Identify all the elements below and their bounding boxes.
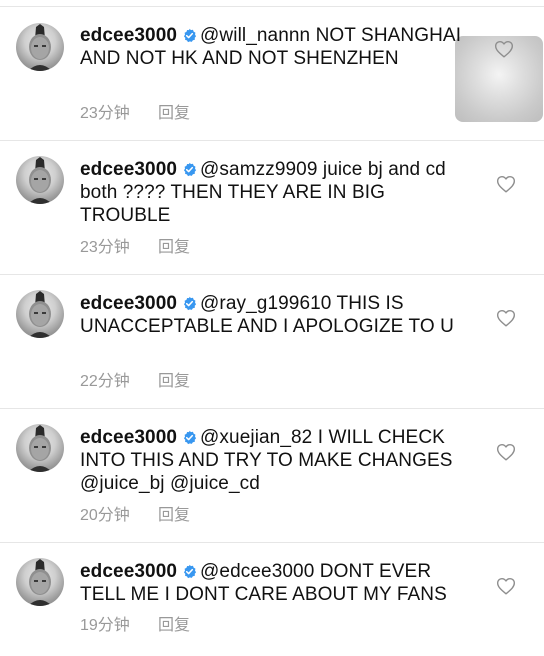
comment-body: edcee3000 @will_nannn NOT SHANGHAI AND NO… <box>80 24 480 70</box>
timestamp: 23分钟 <box>80 239 130 256</box>
avatar[interactable] <box>16 558 64 606</box>
timestamp: 19分钟 <box>80 617 130 634</box>
avatar[interactable] <box>16 290 64 338</box>
username[interactable]: edcee3000 <box>80 25 177 46</box>
comment-meta: 23分钟 回复 <box>80 238 190 258</box>
avatar[interactable] <box>16 156 64 204</box>
verified-badge-icon <box>184 162 197 177</box>
comment-meta: 23分钟 回复 <box>80 104 190 124</box>
timestamp: 23分钟 <box>80 105 130 122</box>
comment-item: edcee3000 @ray_g199610 THIS IS UNACCEPTAB… <box>0 275 544 409</box>
reply-button[interactable]: 回复 <box>158 238 190 258</box>
comment-item: edcee3000 @will_nannn NOT SHANGHAI AND NO… <box>0 7 544 141</box>
verified-badge-icon <box>184 28 197 43</box>
heart-outline-icon[interactable] <box>496 175 516 193</box>
avatar[interactable] <box>16 424 64 472</box>
comment-item: edcee3000 @samzz9909 juice bj and cd both… <box>0 141 544 275</box>
comment-body: edcee3000 @samzz9909 juice bj and cd both… <box>80 158 480 227</box>
heart-outline-icon[interactable] <box>494 40 514 58</box>
verified-badge-icon <box>184 430 197 445</box>
comment-feed: edcee3000 @will_nannn NOT SHANGHAI AND NO… <box>0 0 544 656</box>
verified-badge-icon <box>184 564 197 579</box>
reply-button[interactable]: 回复 <box>158 616 190 636</box>
heart-outline-icon[interactable] <box>496 309 516 327</box>
verified-badge-icon <box>184 296 197 311</box>
comment-body: edcee3000 @ray_g199610 THIS IS UNACCEPTAB… <box>80 292 480 338</box>
comment-meta: 20分钟 回复 <box>80 506 190 526</box>
reply-button[interactable]: 回复 <box>158 372 190 392</box>
comment-item: edcee3000 @xuejian_82 I WILL CHECK INTO T… <box>0 409 544 543</box>
comment-item: edcee3000 @edcee3000 DONT EVER TELL ME I … <box>0 543 544 656</box>
comment-body: edcee3000 @edcee3000 DONT EVER TELL ME I … <box>80 560 480 606</box>
reply-button[interactable]: 回复 <box>158 506 190 526</box>
comment-meta: 22分钟 回复 <box>80 372 190 392</box>
username[interactable]: edcee3000 <box>80 561 177 582</box>
heart-outline-icon[interactable] <box>496 443 516 461</box>
timestamp: 22分钟 <box>80 373 130 390</box>
reply-button[interactable]: 回复 <box>158 104 190 124</box>
avatar[interactable] <box>16 23 64 71</box>
username[interactable]: edcee3000 <box>80 293 177 314</box>
comment-meta: 19分钟 回复 <box>80 616 190 636</box>
timestamp: 20分钟 <box>80 507 130 524</box>
comment-body: edcee3000 @xuejian_82 I WILL CHECK INTO T… <box>80 426 480 495</box>
username[interactable]: edcee3000 <box>80 427 177 448</box>
username[interactable]: edcee3000 <box>80 159 177 180</box>
heart-outline-icon[interactable] <box>496 577 516 595</box>
